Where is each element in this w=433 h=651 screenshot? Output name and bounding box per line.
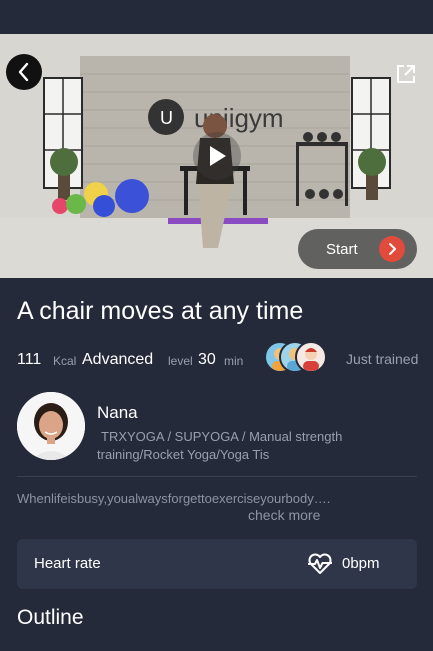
- recent-trainees[interactable]: [264, 341, 328, 375]
- coach-specialties: TRXYOGA / SUPYOGA / Manual strength trai…: [97, 429, 343, 462]
- heart-rate-value: 0bpm: [342, 555, 380, 572]
- share-icon[interactable]: [394, 62, 418, 86]
- chevron-right-icon: [379, 236, 405, 262]
- chevron-left-icon: [18, 62, 29, 82]
- kcal-unit: Kcal: [53, 354, 77, 368]
- difficulty-label: Advanced: [82, 351, 154, 368]
- avatar: [295, 341, 327, 373]
- heart-rate-label: Heart rate: [34, 555, 101, 572]
- coach-avatar[interactable]: [17, 392, 85, 460]
- start-button-label: Start: [326, 240, 358, 258]
- outline-heading: Outline: [17, 606, 84, 629]
- divider: [17, 476, 417, 477]
- course-title: A chair moves at any time: [17, 297, 304, 325]
- duration-value: 30: [198, 351, 216, 368]
- start-button[interactable]: Start: [298, 229, 417, 269]
- just-trained-label[interactable]: Just trained: [346, 351, 418, 367]
- heartbeat-icon: [308, 553, 332, 574]
- back-button[interactable]: [6, 54, 42, 90]
- heart-rate-card[interactable]: Heart rate 0bpm: [17, 539, 417, 589]
- course-description: Whenlifeisbusy,youalwaysforgettoexercise…: [17, 491, 331, 506]
- kcal-value: 111: [17, 351, 42, 368]
- check-more-link[interactable]: check more: [248, 507, 320, 523]
- level-unit: level: [168, 354, 193, 368]
- video-player[interactable]: U uniigym Start: [0, 34, 433, 278]
- duration-unit: min: [224, 354, 244, 368]
- coach-name[interactable]: Nana: [97, 403, 138, 423]
- svg-text:U: U: [160, 108, 173, 128]
- status-bar: [0, 0, 433, 34]
- play-icon: [210, 146, 226, 166]
- play-button[interactable]: [193, 132, 241, 180]
